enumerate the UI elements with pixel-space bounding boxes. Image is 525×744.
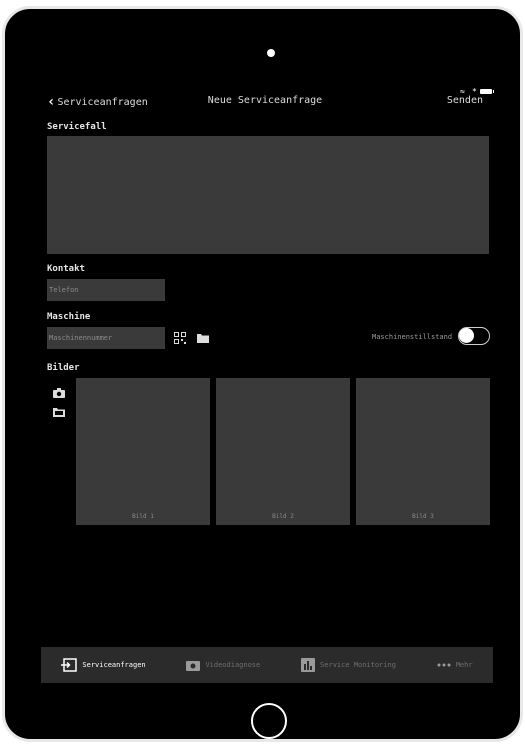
tab-service-monitoring[interactable]: Service Monitoring — [301, 658, 396, 672]
stillstand-label: Maschinenstillstand — [372, 333, 453, 341]
tab-label: Videodiagnose — [205, 661, 261, 669]
maschinennummer-placeholder: Maschinennummer — [49, 334, 113, 342]
home-button[interactable] — [251, 703, 287, 739]
stillstand-toggle[interactable] — [458, 327, 490, 345]
servicefall-textarea[interactable] — [47, 136, 489, 254]
photo-caption: Bild 1 — [132, 513, 154, 520]
tablet-frame: ≈ * — [2, 6, 523, 742]
front-camera — [267, 49, 275, 57]
tab-label: Serviceanfragen — [82, 661, 146, 669]
qr-code-icon[interactable] — [174, 332, 186, 344]
photo-slot[interactable]: Bild 3 — [356, 378, 490, 525]
toggle-knob — [459, 328, 474, 343]
camera-icon[interactable] — [53, 388, 65, 398]
photo-slot[interactable]: Bild 2 — [216, 378, 350, 525]
navigation-bar: ‹ Serviceanfragen Neue Serviceanfrage Se… — [47, 95, 483, 109]
telefon-input[interactable]: Telefon — [47, 279, 165, 301]
servicefall-label: Servicefall — [47, 122, 107, 132]
tab-bar: Serviceanfragen Videodiagnose Service Mo… — [41, 647, 493, 683]
tab-label: Service Monitoring — [320, 661, 396, 669]
login-icon — [61, 658, 78, 672]
telefon-placeholder: Telefon — [49, 286, 79, 294]
maschine-label: Maschine — [47, 312, 91, 322]
send-button[interactable]: Senden — [447, 95, 483, 106]
photo-slot[interactable]: Bild 1 — [76, 378, 210, 525]
battery-icon — [480, 89, 494, 94]
camera-icon — [186, 661, 201, 671]
bar-chart-icon — [301, 658, 316, 672]
folder-icon[interactable] — [197, 333, 209, 343]
tab-videodiagnose[interactable]: Videodiagnose — [186, 659, 260, 671]
tab-serviceanfragen[interactable]: Serviceanfragen — [61, 658, 146, 672]
bilder-label: Bilder — [47, 363, 80, 373]
tab-mehr[interactable]: Mehr — [437, 661, 473, 669]
page-title: Neue Serviceanfrage — [207, 95, 323, 106]
photo-caption: Bild 3 — [412, 513, 434, 520]
maschinennummer-input[interactable]: Maschinennummer — [47, 327, 165, 349]
photo-caption: Bild 2 — [272, 513, 294, 520]
tab-label: Mehr — [455, 661, 473, 669]
more-icon — [437, 663, 451, 667]
photo-library-icon[interactable] — [53, 407, 65, 417]
kontakt-label: Kontakt — [47, 264, 85, 274]
